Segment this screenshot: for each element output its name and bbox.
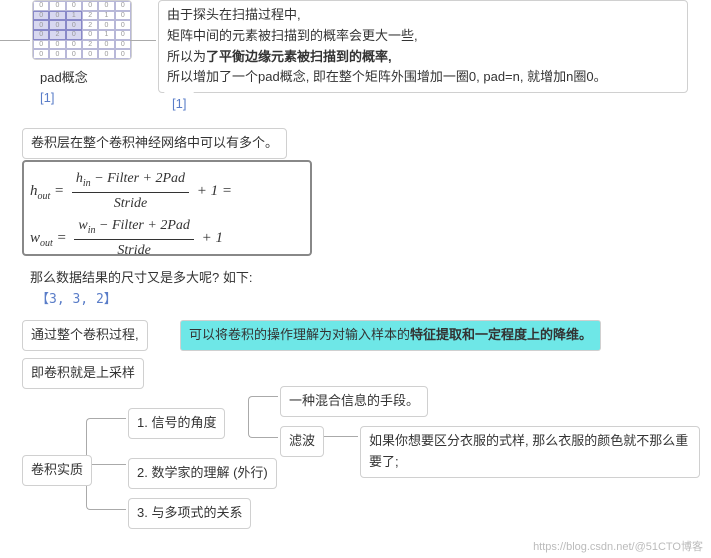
watermark: https://blog.csdn.net/@51CTO博客: [533, 538, 703, 554]
explanation-box: 由于探头在扫描过程中, 矩阵中间的元素被扫描到的概率会更大一些, 所以为了平衡边…: [158, 0, 688, 93]
statement-multiple-layers: 卷积层在整个卷积神经网络中可以有多个。: [22, 128, 287, 159]
pad-ref-1[interactable]: [1]: [32, 84, 62, 113]
pad-ref-2[interactable]: [1]: [164, 90, 194, 119]
formula-box: hout = hin − Filter + 2Pad Stride + 1 = …: [22, 160, 312, 256]
formula-w: wout = win − Filter + 2Pad Stride + 1: [30, 215, 304, 262]
tree-branch-polynomial: 3. 与多项式的关系: [128, 498, 251, 529]
tree-root: 卷积实质: [22, 455, 92, 486]
tree-sub-filter: 滤波: [280, 426, 324, 457]
tree-sub-mix: 一种混合信息的手段。: [280, 386, 428, 417]
explanation-line-3: 所以为了平衡边缘元素被扫描到的概率,: [167, 47, 679, 68]
result-array: 【3, 3, 2】: [28, 286, 125, 315]
explanation-line-2: 矩阵中间的元素被扫描到的概率会更大一些,: [167, 26, 679, 47]
explanation-line-4: 所以增加了一个pad概念, 即在整个矩阵外围增加一圈0, pad=n, 就增加n…: [167, 67, 679, 88]
tree-sub-example: 如果你想要区分衣服的式样, 那么衣服的颜色就不那么重要了;: [360, 426, 700, 478]
matrix-pad-image: 000000 001210 000200 020010 000200 00000…: [32, 0, 132, 60]
matrix-grid: 000000 001210 000200 020010 000200 00000…: [33, 1, 131, 59]
tree-branch-signal: 1. 信号的角度: [128, 408, 225, 439]
tree-branch-math: 2. 数学家的理解 (外行): [128, 458, 277, 489]
explanation-line-1: 由于探头在扫描过程中,: [167, 5, 679, 26]
statement-upsample: 即卷积就是上采样: [22, 358, 144, 389]
formula-h: hout = hin − Filter + 2Pad Stride + 1 =: [30, 168, 304, 215]
highlight-summary: 可以将卷积的操作理解为对输入样本的特征提取和一定程度上的降维。: [180, 320, 601, 351]
statement-conv-process: 通过整个卷积过程,: [22, 320, 148, 351]
